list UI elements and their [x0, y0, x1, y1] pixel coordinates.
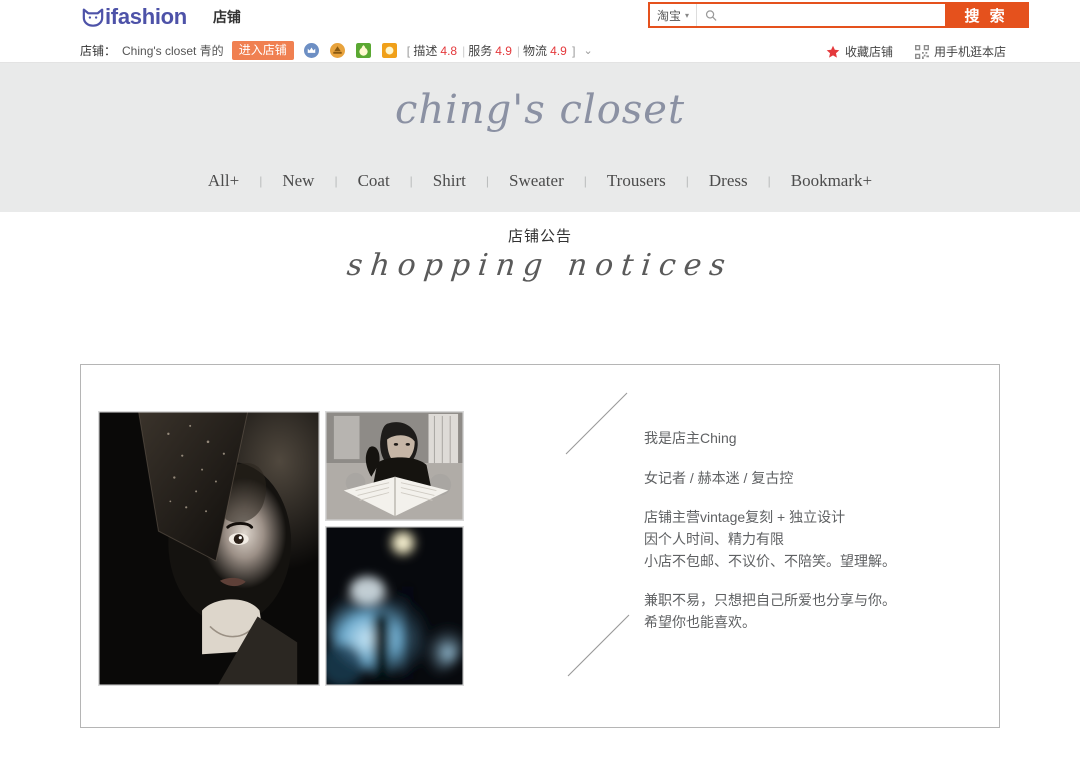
search-category-label: 淘宝	[657, 8, 682, 23]
favorite-shop-action[interactable]: 收藏店铺	[826, 43, 893, 60]
seller-badges	[303, 43, 397, 58]
cat-face-icon	[82, 8, 104, 27]
search-input[interactable]	[717, 8, 946, 22]
shop-info-row: 店铺： Ching's closet 青的 进入店铺 [描述 4.8 | 服务…	[80, 41, 593, 60]
description-line-5: 小店不包邮、不议价、不陪笑。望理解。	[644, 552, 896, 569]
decorative-diagonal-line-bottom	[567, 614, 630, 677]
portrait-veiled-hat-photo	[98, 411, 320, 686]
enter-shop-button[interactable]: 进入店铺	[231, 41, 294, 60]
nav-item-trousers[interactable]: Trousers	[587, 171, 686, 191]
nav-item-coat[interactable]: Coat	[338, 171, 410, 191]
description-line-7: 希望你也能喜欢。	[644, 614, 756, 631]
rating-value-service: 4.9	[495, 44, 512, 58]
rating-value-desc: 4.8	[440, 44, 458, 58]
shop-notice-heading: 店铺公告 shopping notices	[0, 212, 1080, 283]
blue-bokeh-night-photo	[325, 526, 464, 686]
description-line-6: 兼职不易，只想把自己所爱也分享与你。	[644, 592, 896, 609]
nav-item-shirt[interactable]: Shirt	[413, 171, 486, 191]
notice-title-en: shopping notices	[345, 248, 735, 283]
announcement-panel: 我是店主Ching 女记者 / 赫本迷 / 复古控 店铺主营vintage复刻 …	[80, 364, 1000, 728]
chevron-down-icon[interactable]: ⌄	[583, 44, 592, 57]
green-leaf-badge-icon[interactable]	[355, 43, 371, 58]
qr-code-icon	[914, 44, 929, 59]
collage-right-column	[325, 411, 464, 686]
description-line-1: 我是店主Ching	[644, 430, 737, 446]
rating-label-desc: 描述	[413, 44, 438, 58]
search-category-select[interactable]: 淘宝 ▾	[650, 4, 698, 26]
nav-item-sweater[interactable]: Sweater	[489, 171, 584, 191]
chevron-down-icon: ▾	[685, 10, 690, 20]
photo-collage	[98, 411, 464, 686]
mobile-browse-action[interactable]: 用手机逛本店	[914, 43, 1006, 60]
ifashion-logo[interactable]: ifashion	[82, 6, 187, 28]
shop-name: Ching's closet 青的	[122, 44, 224, 58]
rating-label-service: 服务	[468, 44, 493, 58]
gold-seal-badge-icon[interactable]	[329, 43, 345, 58]
star-icon	[826, 45, 840, 58]
reading-book-photo	[325, 411, 464, 521]
favorite-shop-label: 收藏店铺	[844, 45, 893, 59]
mobile-browse-label: 用手机逛本店	[933, 45, 1006, 59]
top-right-actions: 收藏店铺 用手机逛本店	[826, 43, 1006, 60]
shop-tab[interactable]: 店铺	[213, 6, 241, 28]
shop-nav: All+ | New | Coat | Shirt | Sweater | Tr…	[0, 171, 1080, 191]
search-input-wrap	[697, 4, 946, 26]
crown-badge-icon[interactable]	[303, 43, 319, 58]
shop-banner: ching's closet All+ | New | Coat | Shirt…	[0, 63, 1080, 212]
description-line-2: 女记者 / 赫本迷 / 复古控	[644, 469, 794, 486]
decorative-diagonal-line-top	[565, 392, 628, 455]
nav-item-bookmark[interactable]: Bookmark+	[771, 171, 892, 191]
rating-value-logistics: 4.9	[550, 44, 567, 58]
nav-item-new[interactable]: New	[262, 171, 334, 191]
nav-item-all[interactable]: All+	[188, 171, 259, 191]
shop-logo-text: ching's closet	[394, 87, 686, 133]
nav-item-dress[interactable]: Dress	[689, 171, 768, 191]
description-line-4: 因个人时间、精力有限	[644, 531, 784, 548]
brand-wordmark: ifashion	[105, 4, 187, 29]
description-line-3: 店铺主营vintage复刻 + 独立设计	[644, 509, 846, 526]
search-button[interactable]: 搜 索	[945, 4, 1028, 26]
shop-description-text: 我是店主Ching 女记者 / 赫本迷 / 复古控 店铺主营vintage复刻 …	[644, 428, 964, 634]
rating-bracket-open: [	[406, 44, 411, 58]
search-bar: 淘宝 ▾ 搜 索	[648, 2, 1030, 28]
brand-row: ifashion 店铺	[82, 6, 241, 28]
shop-label: 店铺：	[80, 44, 117, 58]
notice-title-cn: 店铺公告	[507, 228, 572, 245]
rating-summary: [ 描述 4.8 | 服务 4.9 | 物流 4.9 ]	[406, 44, 576, 58]
top-bar: ifashion 店铺 店铺： Ching's closet 青的 进入店铺 […	[0, 0, 1080, 63]
rating-label-logistics: 物流	[523, 44, 548, 58]
rating-bracket-close: ]	[572, 44, 576, 58]
orange-square-badge-icon[interactable]	[381, 43, 397, 58]
search-icon	[705, 9, 717, 21]
